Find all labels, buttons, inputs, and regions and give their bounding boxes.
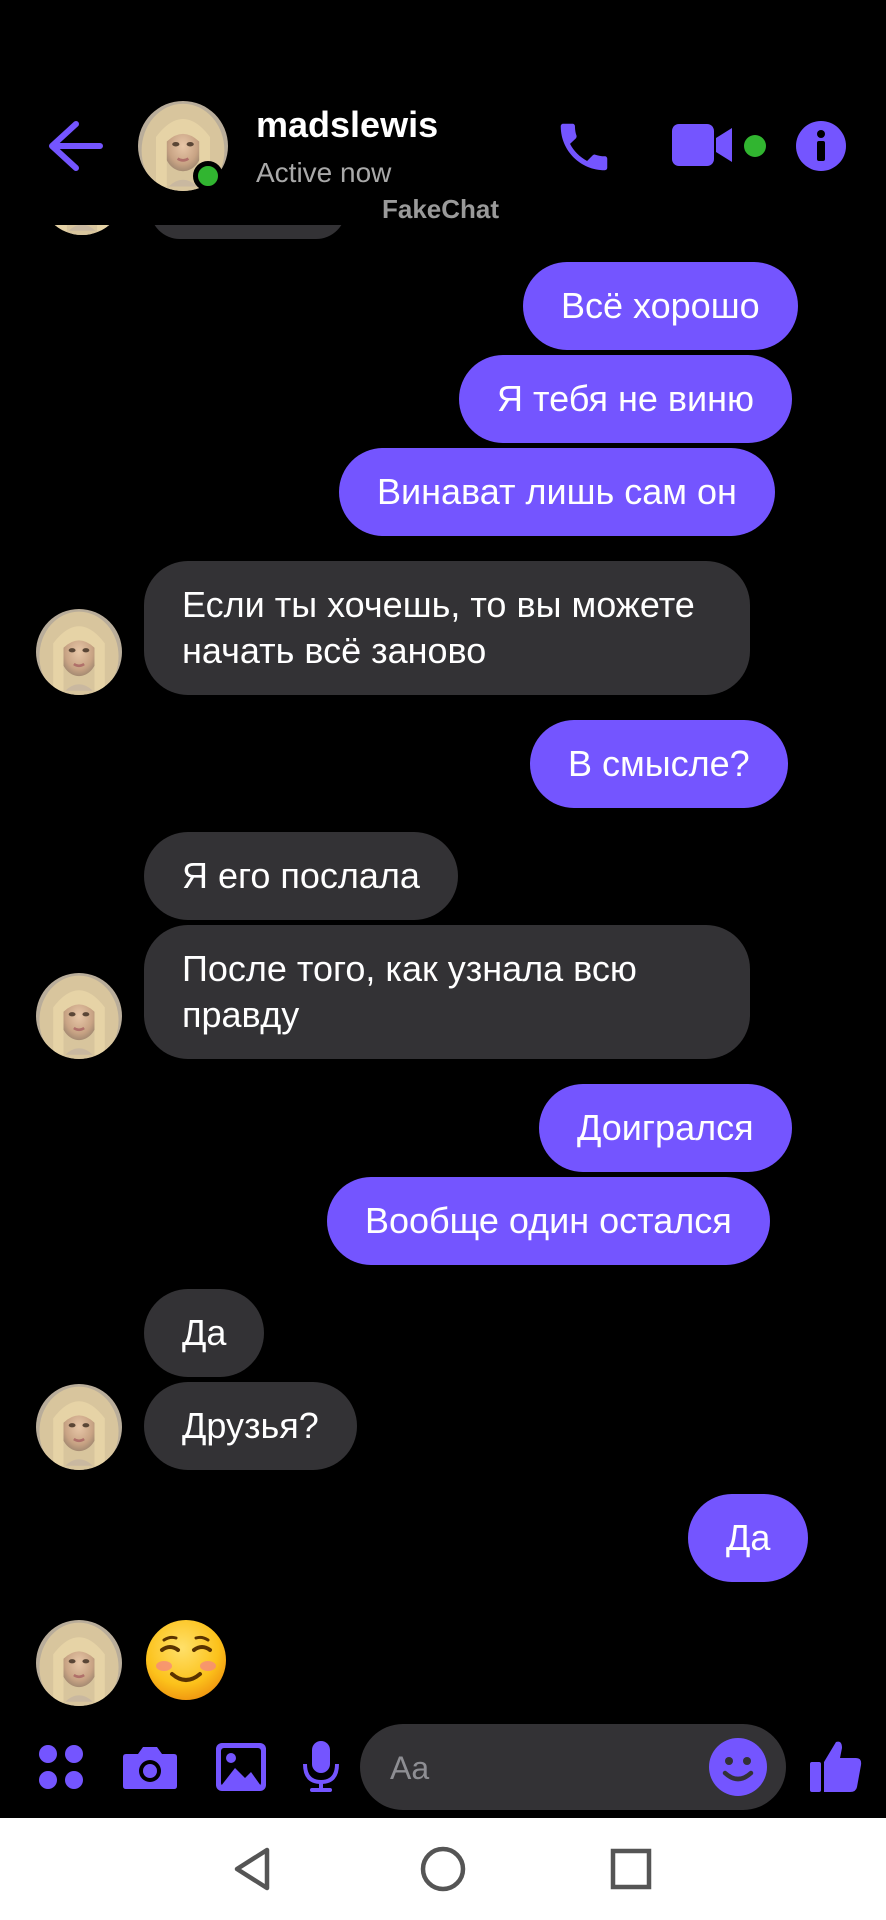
outgoing-message[interactable]: Всё хорошо — [523, 262, 798, 350]
message-input-container — [360, 1724, 786, 1812]
chat-header: madslewis Active now FakeChat — [0, 0, 886, 225]
message-composer — [0, 1710, 886, 1818]
gallery-icon[interactable] — [215, 1742, 267, 1797]
outgoing-message[interactable]: В смысле? — [530, 720, 788, 808]
video-camera-icon[interactable] — [670, 120, 734, 170]
info-icon[interactable] — [795, 120, 847, 172]
phone-icon[interactable] — [553, 116, 615, 178]
watermark-label: FakeChat — [382, 194, 500, 224]
recents-square-icon[interactable] — [604, 1842, 658, 1896]
relieved-smiling-face-icon[interactable] — [144, 1618, 228, 1702]
outgoing-message[interactable]: Вообще один остался — [327, 1177, 770, 1265]
outgoing-message[interactable]: Да — [688, 1494, 809, 1582]
microphone-icon[interactable] — [302, 1740, 340, 1797]
contact-name[interactable]: madslewis — [256, 104, 438, 146]
incoming-message[interactable]: Если ты хочешь, то вы можете начать всё … — [144, 561, 750, 695]
video-active-dot — [744, 135, 766, 157]
outgoing-message[interactable]: Я тебя не виню — [459, 355, 793, 443]
contact-status: Active now — [256, 157, 392, 188]
incoming-message[interactable]: После того, как узнала всю правду — [144, 925, 750, 1059]
outgoing-message[interactable]: Винават лишь сам он — [339, 448, 775, 536]
contact-avatar-small[interactable] — [36, 1384, 122, 1470]
online-status-dot — [193, 161, 223, 191]
back-arrow-icon[interactable] — [46, 118, 106, 174]
contact-avatar-small[interactable] — [36, 609, 122, 695]
emoji-icon[interactable] — [708, 1737, 768, 1797]
incoming-message[interactable]: Друзья? — [144, 1382, 357, 1470]
camera-icon[interactable] — [122, 1744, 178, 1795]
incoming-message[interactable]: Да — [144, 1289, 265, 1377]
back-triangle-icon[interactable] — [227, 1842, 281, 1896]
home-circle-icon[interactable] — [416, 1842, 470, 1896]
thumbs-up-icon[interactable] — [808, 1738, 864, 1799]
outgoing-message[interactable]: Доигрался — [539, 1084, 792, 1172]
message-input[interactable] — [388, 1724, 652, 1812]
contact-avatar-small[interactable] — [36, 973, 122, 1059]
messenger-chat-screen: madslewis Active now FakeChat Всё хорошо… — [0, 0, 886, 1920]
menu-dots-icon[interactable] — [38, 1744, 84, 1795]
system-navigation-bar — [0, 1818, 886, 1920]
contact-avatar-small[interactable] — [36, 1620, 122, 1706]
incoming-message[interactable]: Я его послала — [144, 832, 458, 920]
